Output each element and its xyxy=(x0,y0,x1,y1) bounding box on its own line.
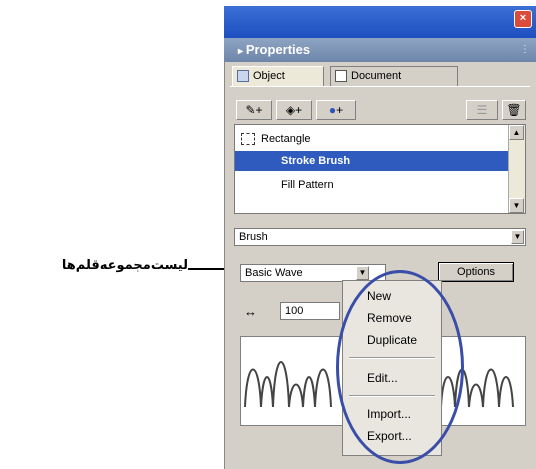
chevron-down-icon[interactable]: ▼ xyxy=(511,230,524,244)
scroll-up-icon[interactable]: ▲ xyxy=(509,125,524,140)
size-icon: ↔ xyxy=(244,304,257,319)
add-fill-button[interactable]: ◈+ xyxy=(276,100,312,120)
list-item-stroke-brush[interactable]: Stroke Brush xyxy=(235,151,525,171)
scroll-down-icon[interactable]: ▼ xyxy=(509,198,524,213)
stroke-type-select[interactable]: Brush ▼ xyxy=(234,228,526,246)
panel-menu-icon[interactable]: ⋮ xyxy=(520,44,530,56)
tab-document[interactable]: Document xyxy=(330,66,458,86)
move-icon: ☰ xyxy=(476,103,488,117)
tab-document-label: Document xyxy=(351,70,402,82)
paint-bucket-icon: ◈ xyxy=(285,103,296,117)
document-tab-icon xyxy=(335,70,347,82)
properties-header[interactable]: Properties ⋮ xyxy=(224,38,536,62)
trash-icon: 🗑 xyxy=(506,103,522,117)
list-item-fill-pattern[interactable]: Fill Pattern xyxy=(235,175,525,195)
size-field[interactable]: 100 xyxy=(280,302,340,320)
panel-title: Properties xyxy=(238,42,310,57)
pencil-icon: ✎ xyxy=(245,103,256,117)
highlight-ellipse xyxy=(336,270,464,464)
object-attribute-list: Rectangle Stroke Brush Fill Pattern ▲ ▼ xyxy=(234,124,526,214)
chevron-down-icon[interactable]: ▼ xyxy=(356,266,369,280)
add-stroke-button[interactable]: ✎+ xyxy=(236,100,272,120)
close-button[interactable]: × xyxy=(514,10,532,28)
object-tab-icon xyxy=(237,70,249,82)
rectangle-icon xyxy=(241,133,255,145)
list-scrollbar[interactable]: ▲ ▼ xyxy=(508,125,525,213)
move-attribute-button[interactable]: ☰ xyxy=(466,100,498,120)
delete-button[interactable]: 🗑 xyxy=(502,100,526,120)
options-button[interactable]: Options xyxy=(438,262,514,282)
list-item-rectangle[interactable]: Rectangle xyxy=(235,129,525,149)
add-effect-button[interactable]: ●+ xyxy=(316,100,356,120)
brush-library-annotation: لیست‌مجموعه‌قلم‌ها xyxy=(61,258,188,273)
window-titlebar[interactable]: × xyxy=(224,6,536,38)
tab-object-label: Object xyxy=(253,70,285,82)
tab-object[interactable]: Object xyxy=(232,66,324,86)
